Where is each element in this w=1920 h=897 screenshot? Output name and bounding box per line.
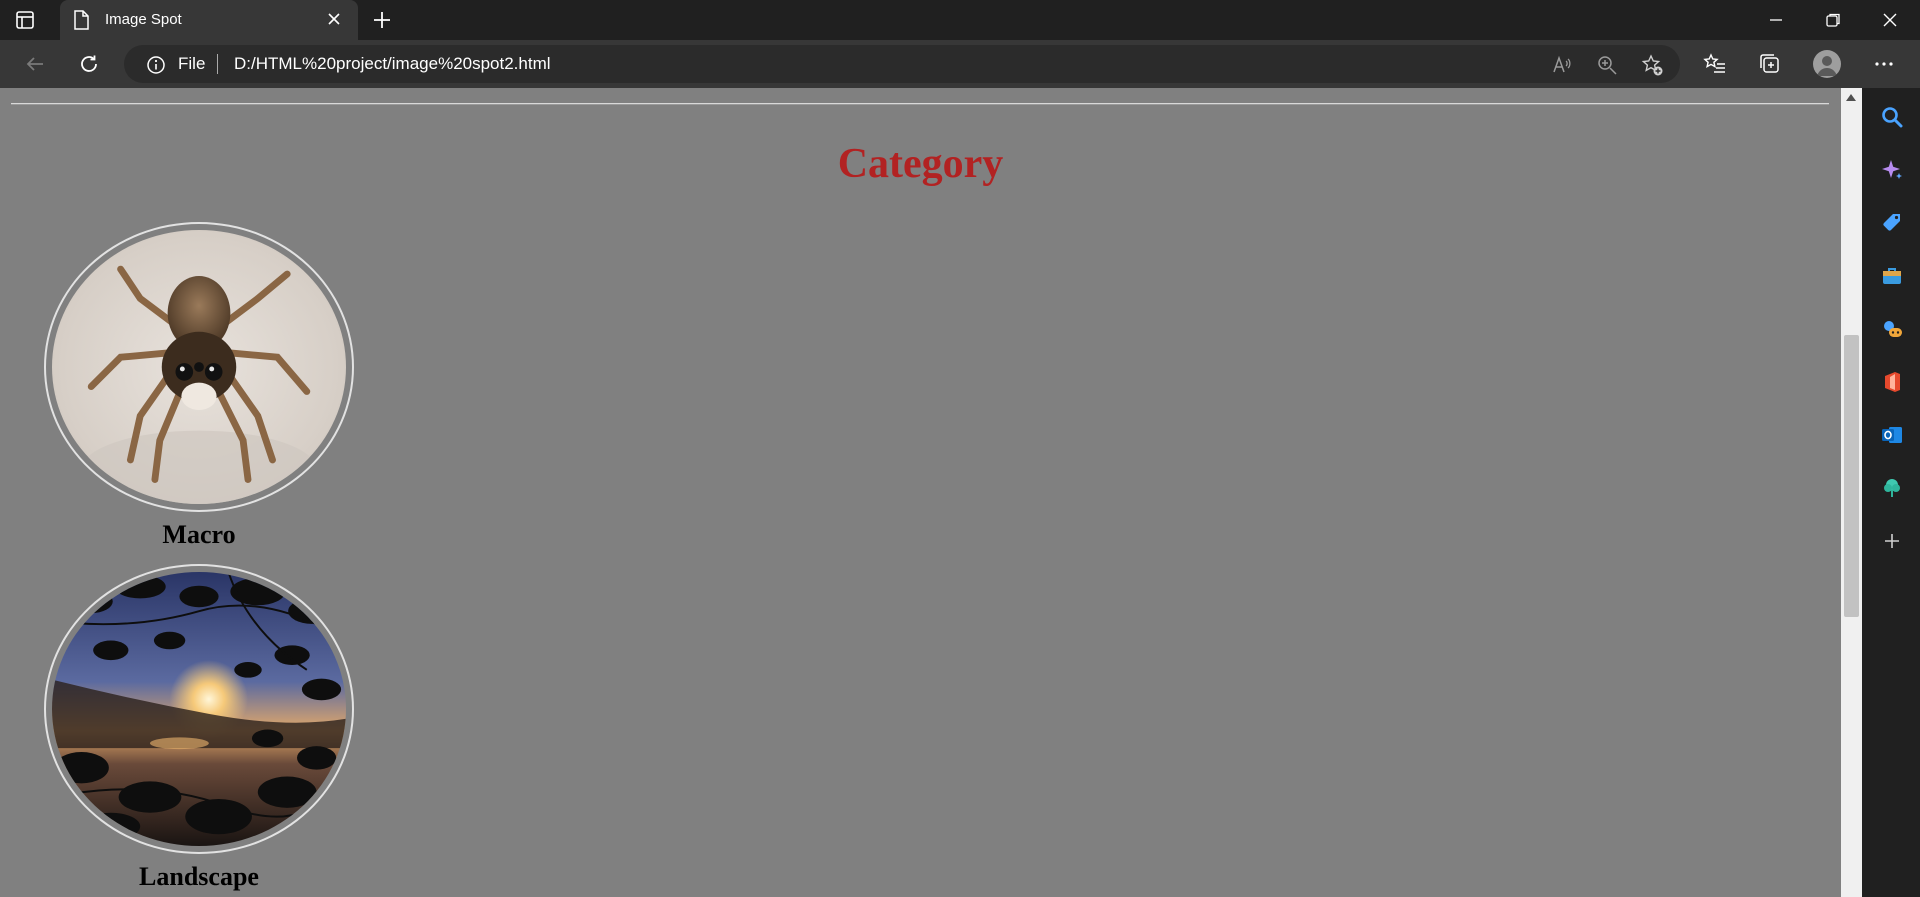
category-card-landscape[interactable]: Landscape (44, 564, 354, 892)
games-icon[interactable] (1879, 316, 1905, 342)
info-icon[interactable] (146, 55, 166, 80)
url-text[interactable]: D:/HTML%20project/image%20spot2.html (234, 54, 551, 74)
add-icon[interactable] (1879, 528, 1905, 554)
category-image-frame[interactable] (44, 222, 354, 512)
refresh-button[interactable] (74, 50, 104, 78)
outlook-icon[interactable] (1879, 422, 1905, 448)
zoom-icon[interactable] (1595, 53, 1619, 77)
scroll-up-arrow-icon[interactable] (1846, 94, 1856, 101)
close-window-button[interactable] (1862, 0, 1918, 40)
page-heading: Category (837, 141, 1004, 187)
scrollbar-thumb[interactable] (1844, 335, 1859, 617)
landscape-photo[interactable] (52, 572, 346, 846)
page-viewport: Category Macro Landscape (0, 88, 1841, 897)
star-plus-icon[interactable] (1640, 53, 1664, 77)
browser-tab[interactable]: Image Spot (60, 0, 358, 40)
title-bar: Image Spot (0, 0, 1920, 40)
read-aloud-icon[interactable] (1550, 53, 1574, 77)
tab-actions-icon[interactable] (14, 9, 46, 31)
address-divider (217, 54, 218, 74)
category-label[interactable]: Macro (44, 520, 354, 550)
more-icon[interactable] (1870, 50, 1898, 78)
minimize-button[interactable] (1748, 0, 1804, 40)
category-label[interactable]: Landscape (44, 862, 354, 892)
edge-sidebar (1862, 88, 1920, 897)
favorites-list-icon[interactable] (1701, 50, 1729, 78)
shopping-tag-icon[interactable] (1879, 210, 1905, 236)
collections-icon[interactable] (1756, 50, 1784, 78)
profile-avatar[interactable] (1813, 50, 1841, 78)
horizontal-rule (11, 103, 1829, 105)
category-image-frame[interactable] (44, 564, 354, 854)
search-icon[interactable] (1879, 104, 1905, 130)
close-tab-icon[interactable] (325, 10, 343, 33)
copilot-sparkle-icon[interactable] (1879, 157, 1905, 183)
page-icon (72, 10, 90, 35)
tab-title: Image Spot (105, 11, 182, 28)
restore-button[interactable] (1805, 0, 1861, 40)
tools-briefcase-icon[interactable] (1879, 263, 1905, 289)
address-bar[interactable]: File D:/HTML%20project/image%20spot2.htm… (124, 45, 1680, 83)
category-card-macro[interactable]: Macro (44, 222, 354, 550)
new-tab-button[interactable] (370, 8, 394, 32)
vertical-scrollbar[interactable] (1841, 88, 1862, 897)
navigation-bar: File D:/HTML%20project/image%20spot2.htm… (0, 40, 1920, 88)
back-button[interactable] (20, 50, 50, 78)
drop-tree-icon[interactable] (1879, 475, 1905, 501)
macro-photo[interactable] (52, 230, 346, 504)
office-icon[interactable] (1879, 369, 1905, 395)
scheme-label: File (178, 54, 206, 73)
